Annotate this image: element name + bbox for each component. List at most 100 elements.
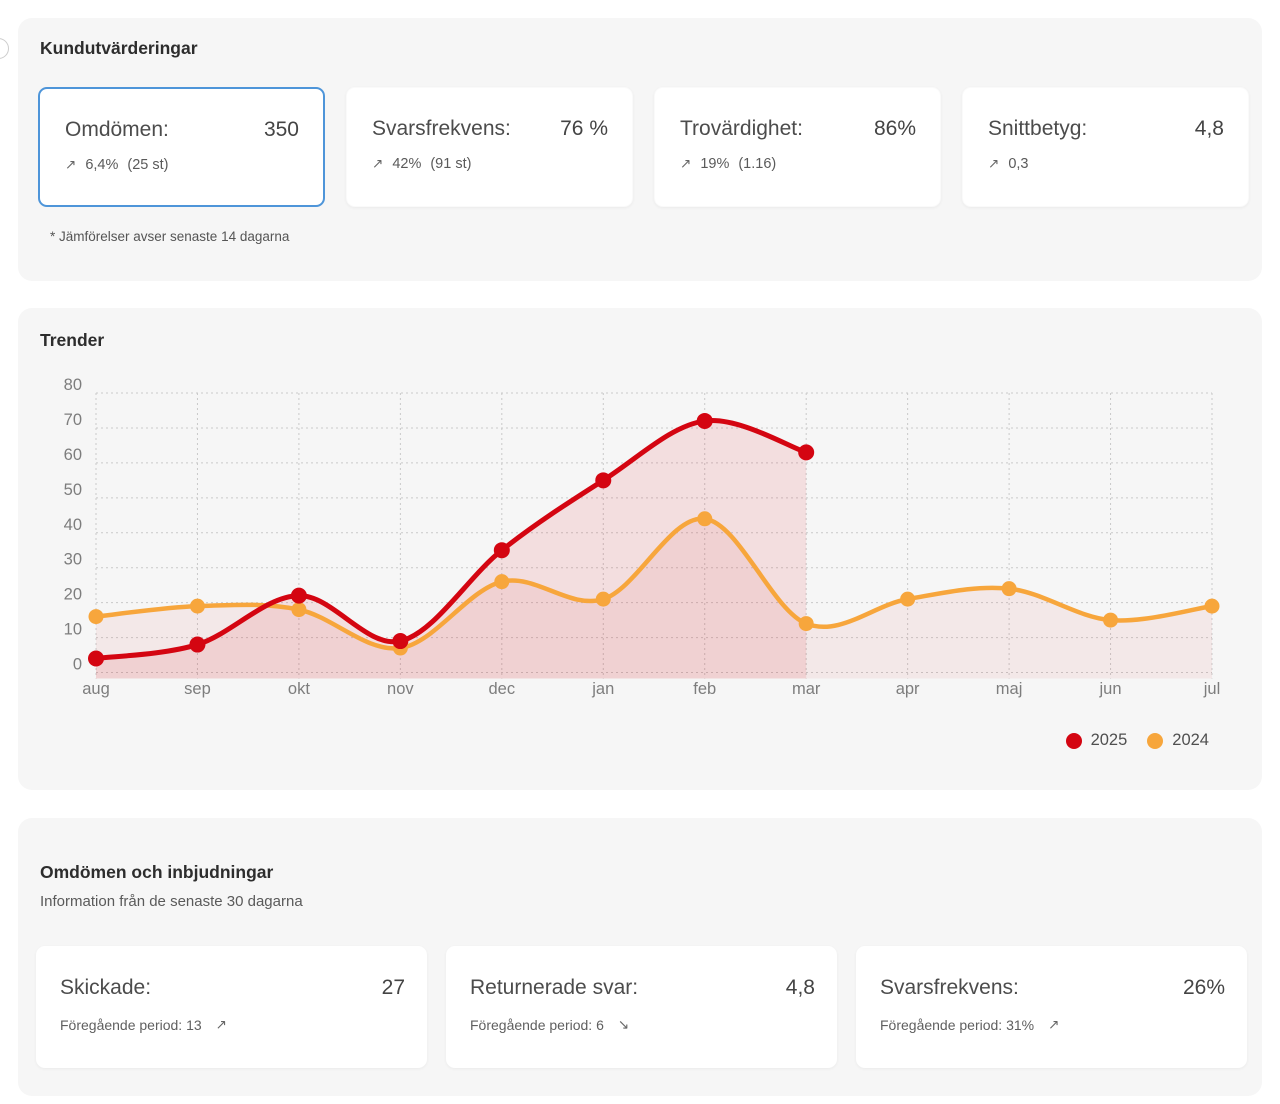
svg-text:40: 40 [64, 516, 82, 534]
data-point[interactable] [392, 633, 408, 649]
kpi-change: 6,4% [85, 157, 118, 173]
review-value: 26% [1183, 976, 1225, 1000]
svg-text:nov: nov [387, 680, 414, 698]
review-prev-row: Föregående period: 13 ↗ [36, 1017, 427, 1033]
svg-text:60: 60 [64, 446, 82, 464]
kpi-value: 86% [874, 117, 916, 141]
trends-section: Trender 01020304050607080augsepoktnovdec… [18, 308, 1262, 790]
kpi-change: 19% [700, 156, 729, 172]
kpi-label: Svarsfrekvens: [372, 117, 511, 141]
kpi-label: Omdömen: [65, 118, 169, 142]
kpi-trend-row: ↗ 0,3 [963, 156, 1248, 172]
kpi-value: 350 [264, 118, 299, 142]
previous-period-text: Föregående period: 13 [60, 1017, 202, 1033]
kpi-card-omdomen[interactable]: Omdömen: 350 ↗ 6,4% (25 st) [38, 87, 325, 207]
data-point[interactable] [190, 599, 205, 614]
kpi-trend-row: ↗ 42% (91 st) [347, 156, 632, 172]
svg-text:50: 50 [64, 481, 82, 499]
review-card-header: Returnerade svar: 4,8 [446, 946, 837, 1000]
svg-text:0: 0 [73, 656, 82, 674]
kpi-change: 42% [392, 156, 421, 172]
data-point[interactable] [494, 574, 509, 589]
trend-up-icon: ↗ [65, 157, 76, 173]
svg-text:feb: feb [693, 680, 716, 698]
svg-text:jul: jul [1203, 680, 1221, 698]
legend-dot-2025-icon [1066, 733, 1082, 749]
review-card-skickade: Skickade: 27 Föregående period: 13 ↗ [36, 946, 427, 1068]
y-axis-labels: 01020304050607080 [64, 376, 82, 674]
svg-text:maj: maj [996, 680, 1023, 698]
trend-up-icon: ↗ [988, 156, 999, 172]
kpi-card-snittbetyg[interactable]: Snittbetyg: 4,8 ↗ 0,3 [962, 87, 1249, 207]
legend-label: 2024 [1172, 731, 1209, 750]
svg-text:mar: mar [792, 680, 821, 698]
kpi-card-trovardighet[interactable]: Trovärdighet: 86% ↗ 19% (1.16) [654, 87, 941, 207]
legend-dot-2024-icon [1147, 733, 1163, 749]
review-prev-row: Föregående period: 31% ↗ [856, 1017, 1247, 1033]
kpi-trend-row: ↗ 19% (1.16) [655, 156, 940, 172]
data-point[interactable] [595, 472, 611, 488]
kpi-trend-row: ↗ 6,4% (25 st) [40, 157, 323, 173]
data-point[interactable] [798, 444, 814, 460]
reviews-section: Omdömen och inbjudningar Information frå… [18, 818, 1262, 1096]
comparison-footnote: * Jämförelser avser senaste 14 dagarna [50, 229, 289, 244]
data-point[interactable] [799, 616, 814, 631]
trend-up-icon: ↗ [1048, 1017, 1059, 1033]
data-point[interactable] [494, 542, 510, 558]
review-value: 4,8 [786, 976, 815, 1000]
svg-text:30: 30 [64, 551, 82, 569]
legend-label: 2025 [1091, 731, 1128, 750]
floating-button-partial[interactable] [0, 38, 9, 59]
svg-text:dec: dec [489, 680, 516, 698]
trend-up-icon: ↗ [372, 156, 383, 172]
svg-text:apr: apr [896, 680, 920, 698]
data-point[interactable] [291, 602, 306, 617]
svg-text:20: 20 [64, 586, 82, 604]
review-card-svarsfrekvens: Svarsfrekvens: 26% Föregående period: 31… [856, 946, 1247, 1068]
trend-down-icon: ↘ [618, 1017, 629, 1033]
svg-text:jan: jan [591, 680, 614, 698]
data-point[interactable] [697, 511, 712, 526]
data-point[interactable] [291, 588, 307, 604]
data-point[interactable] [89, 609, 104, 624]
kpi-label: Trovärdighet: [680, 117, 803, 141]
review-label: Skickade: [60, 976, 151, 1000]
reviews-section-title: Omdömen och inbjudningar [40, 864, 273, 882]
reviews-section-subtitle: Information från de senaste 30 dagarna [40, 894, 303, 909]
kpi-change-detail: (91 st) [430, 156, 471, 172]
svg-text:aug: aug [82, 680, 110, 698]
review-prev-row: Föregående period: 6 ↘ [446, 1017, 837, 1033]
kpi-value: 76 % [560, 117, 608, 141]
kpi-card-header: Svarsfrekvens: 76 % [347, 88, 632, 141]
kpi-section: Kundutvärderingar Omdömen: 350 ↗ 6,4% (2… [18, 18, 1262, 281]
svg-text:70: 70 [64, 411, 82, 429]
kpi-card-header: Snittbetyg: 4,8 [963, 88, 1248, 141]
data-point[interactable] [189, 637, 205, 653]
review-card-returnerade-svar: Returnerade svar: 4,8 Föregående period:… [446, 946, 837, 1068]
kpi-card-svarsfrekvens[interactable]: Svarsfrekvens: 76 % ↗ 42% (91 st) [346, 87, 633, 207]
trend-up-icon: ↗ [680, 156, 691, 172]
data-point[interactable] [697, 413, 713, 429]
data-point[interactable] [596, 592, 611, 607]
svg-text:jun: jun [1099, 680, 1122, 698]
legend-item-2024[interactable]: 2024 [1147, 731, 1220, 750]
legend-item-2025[interactable]: 2025 [1066, 731, 1139, 750]
data-point[interactable] [1002, 581, 1017, 596]
data-point[interactable] [1103, 613, 1118, 628]
data-point[interactable] [900, 592, 915, 607]
data-point[interactable] [88, 651, 104, 667]
review-value: 27 [382, 976, 405, 1000]
review-card-header: Skickade: 27 [36, 946, 427, 1000]
kpi-card-row: Omdömen: 350 ↗ 6,4% (25 st) Svarsfrekven… [38, 87, 1249, 207]
x-axis-labels: aug sep okt nov dec jan feb mar apr maj jun jul [82, 680, 1220, 698]
trend-line-chart[interactable]: 01020304050607080augsepoktnovdecjanfebma… [18, 308, 1262, 790]
svg-text:sep: sep [184, 680, 211, 698]
svg-text:okt: okt [288, 680, 310, 698]
review-label: Returnerade svar: [470, 976, 638, 1000]
data-point[interactable] [1205, 599, 1220, 614]
chart-legend: 2025 2024 [1066, 731, 1220, 750]
kpi-card-header: Trovärdighet: 86% [655, 88, 940, 141]
kpi-change-detail: (25 st) [127, 157, 168, 173]
review-label: Svarsfrekvens: [880, 976, 1019, 1000]
kpi-value: 4,8 [1195, 117, 1224, 141]
